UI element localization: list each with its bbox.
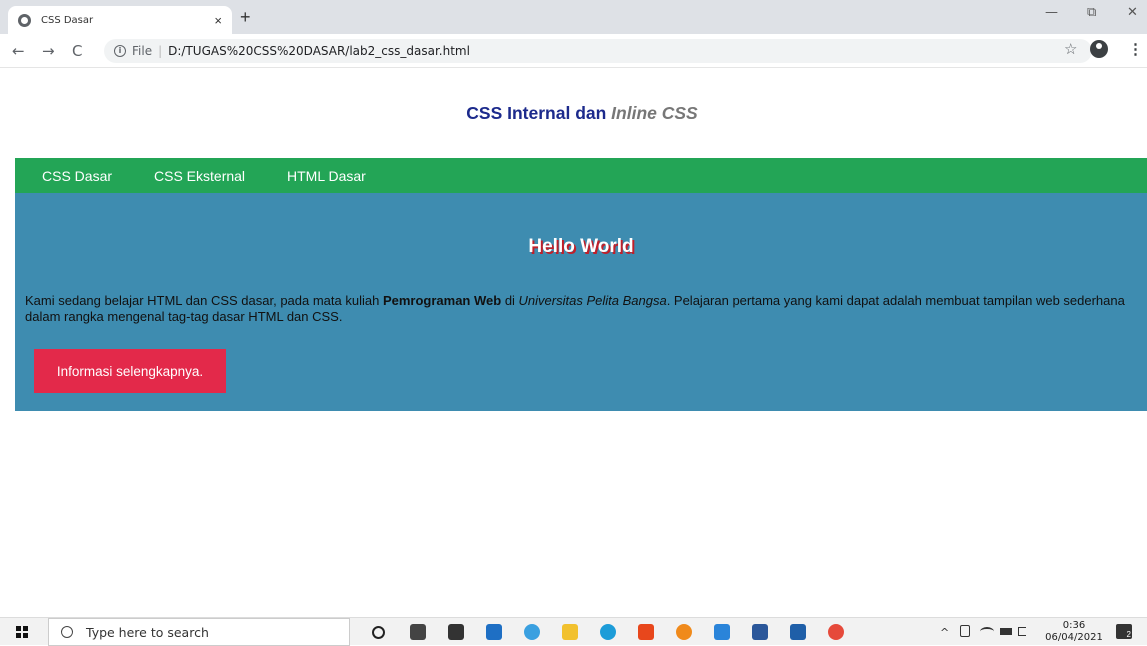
taskbar-search-input[interactable]: Type here to search [48,618,350,646]
scheme-label: File [132,44,153,58]
hero-paragraph: Kami sedang belajar HTML dan CSS dasar, … [25,293,1147,324]
page-title-main: CSS Internal dan [466,103,612,123]
minimize-icon[interactable]: — [1045,5,1058,20]
hero-text-2: di [501,293,519,308]
hero-text-1: Kami sedang belajar HTML dan CSS dasar, … [25,293,383,308]
nav-bar: CSS Dasar CSS Eksternal HTML Dasar [15,158,1147,193]
reload-icon[interactable]: C [72,42,82,60]
mail-icon[interactable] [486,624,502,640]
tab-title: CSS Dasar [41,14,94,26]
profile-avatar-icon[interactable] [1090,40,1108,58]
nav-link-css-dasar[interactable]: CSS Dasar [42,168,112,184]
new-tab-icon[interactable]: + [240,7,251,28]
vscode-icon[interactable] [714,624,730,640]
hero-text-italic: Universitas Pelita Bangsa [518,293,667,308]
url-text[interactable]: D:/TUGAS%20CSS%20DASAR/lab2_css_dasar.ht… [168,44,470,58]
nav-link-html-dasar[interactable]: HTML Dasar [287,168,366,184]
nav-link-css-eksternal[interactable]: CSS Eksternal [154,168,245,184]
page-title: CSS Internal dan Inline CSS [0,103,1147,124]
word-icon[interactable] [752,624,768,640]
menu-icon[interactable]: ⋮ [1128,40,1143,58]
browser-tab[interactable]: CSS Dasar × [8,6,232,34]
back-icon[interactable]: ← [12,42,25,60]
tab-strip: CSS Dasar × + — ⧉ ✕ [0,0,1147,34]
file-explorer-icon[interactable] [562,624,578,640]
hero-text-bold: Pemrograman Web [382,293,502,308]
clock[interactable]: 0:36 06/04/2021 [1040,620,1108,644]
url-separator: | [158,44,163,58]
forward-icon[interactable]: → [42,42,55,60]
chrome-icon[interactable] [524,624,540,640]
page-title-italic: Inline CSS [611,103,698,123]
search-placeholder: Type here to search [86,624,209,640]
more-info-button[interactable]: Informasi selengkapnya. [34,349,226,393]
cortana-icon[interactable] [372,626,385,639]
windows-start-icon[interactable] [16,626,28,638]
hero-title: Hello World [528,236,634,257]
globe-icon [18,13,31,27]
tab-close-icon[interactable]: × [214,13,222,28]
office-icon[interactable] [638,624,654,640]
restore-icon[interactable]: ⧉ [1087,5,1096,20]
notification-icon[interactable]: 2 [1116,624,1132,639]
search-icon [61,626,73,638]
chrome-icon[interactable] [828,624,844,640]
task-view-icon[interactable] [410,624,426,640]
photos-icon[interactable] [790,624,806,640]
wifi-icon[interactable] [980,627,994,636]
close-window-icon[interactable]: ✕ [1127,5,1138,20]
address-bar[interactable]: i File | D:/TUGAS%20CSS%20DASAR/lab2_css… [104,39,1092,63]
firefox-icon[interactable] [676,624,692,640]
hero-section: Hello World Kami sedang belajar HTML dan… [15,193,1147,411]
volume-icon[interactable] [1018,627,1026,636]
bookmark-star-icon[interactable]: ☆ [1064,40,1077,58]
battery-icon[interactable] [1000,628,1012,635]
info-icon[interactable]: i [114,45,126,57]
tray-chevron-icon[interactable]: ^ [940,626,949,639]
clock-time: 0:36 [1062,620,1086,631]
taskbar: Type here to search ^ 0:36 06/04/2021 2 [0,617,1147,646]
edge-icon[interactable] [600,624,616,640]
battery-saver-icon[interactable] [960,625,970,637]
clock-date: 06/04/2021 [1045,632,1103,643]
store-icon[interactable] [448,624,464,640]
address-toolbar: ← → C i File | D:/TUGAS%20CSS%20DASAR/la… [0,34,1147,68]
